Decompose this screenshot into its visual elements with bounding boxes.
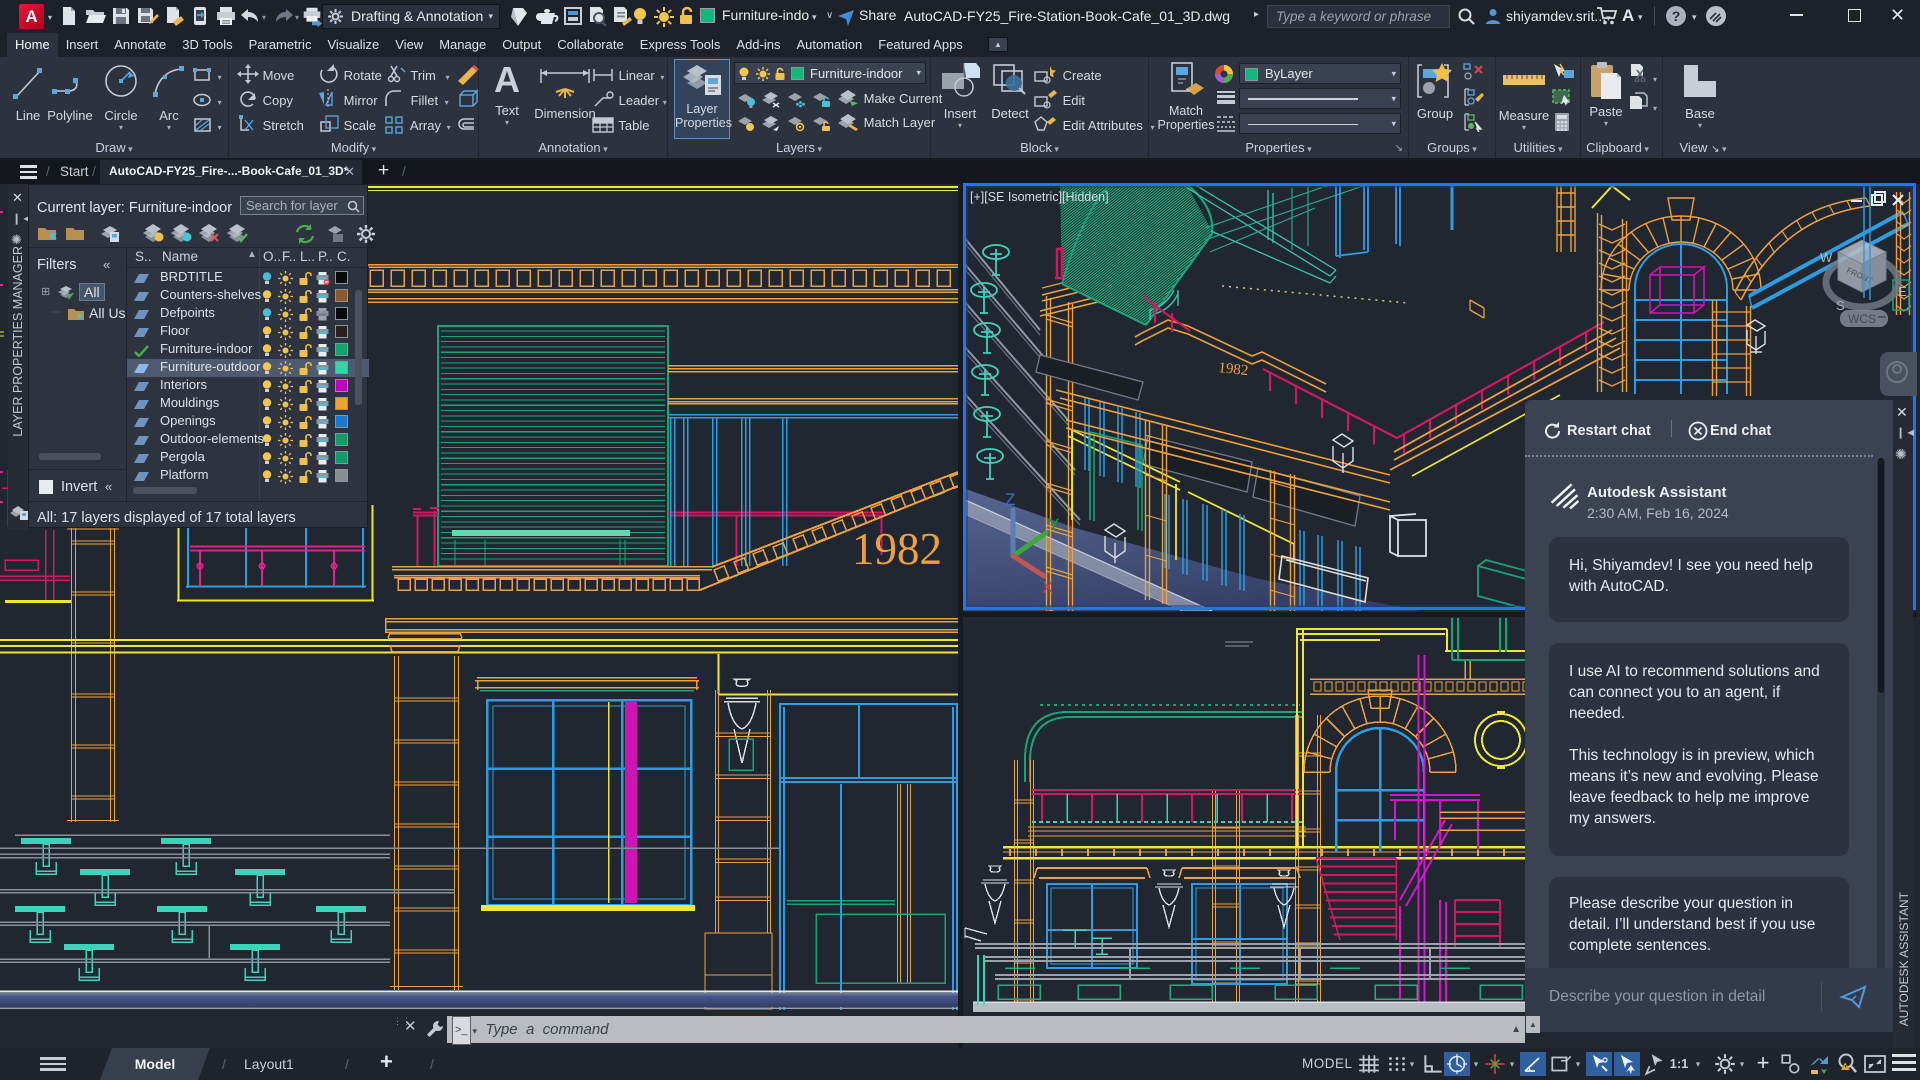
svg-text:WCS: WCS (1848, 312, 1876, 326)
svg-text:1982: 1982 (852, 524, 942, 574)
svg-text:1982: 1982 (1218, 360, 1250, 379)
svg-text:Z: Z (1005, 490, 1015, 509)
svg-text:Y: Y (1048, 515, 1059, 534)
svg-text:X: X (1042, 578, 1053, 597)
svg-text:E: E (1898, 284, 1907, 299)
svg-text:[+][SE Isometric][Hidden]: [+][SE Isometric][Hidden] (970, 190, 1109, 204)
svg-text:S: S (1836, 298, 1845, 313)
svg-text:W: W (1820, 250, 1833, 265)
